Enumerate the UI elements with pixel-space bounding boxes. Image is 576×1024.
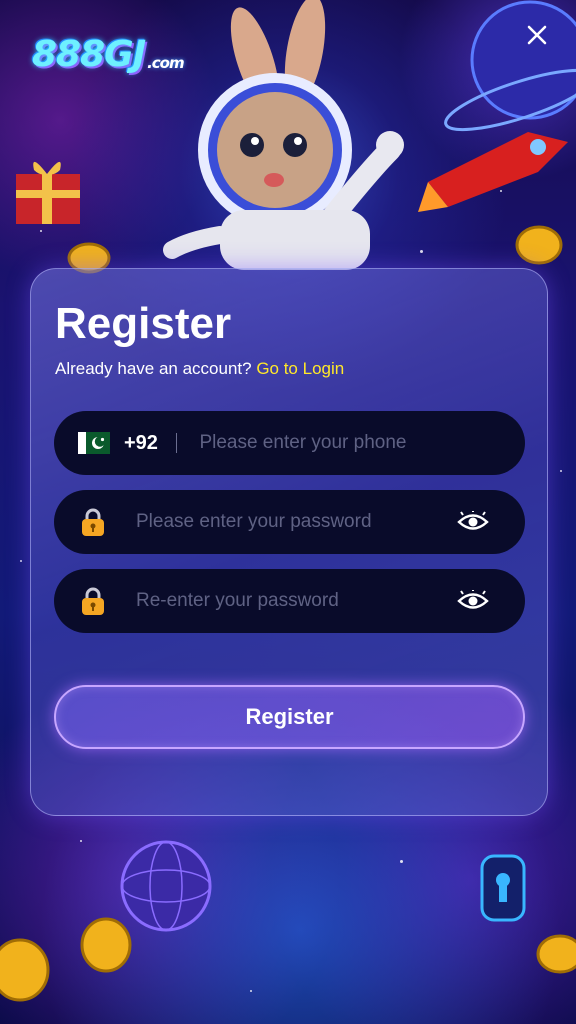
coin-illustration <box>515 225 563 265</box>
phone-field: +92 <box>54 411 525 475</box>
phone-input[interactable] <box>199 423 525 463</box>
eye-icon[interactable] <box>457 590 489 612</box>
register-button[interactable]: Register <box>54 685 525 749</box>
page-title: Register <box>55 299 232 348</box>
keyhole-illustration <box>480 854 526 922</box>
eye-icon[interactable] <box>457 511 489 533</box>
star <box>400 860 403 863</box>
logo-suffix: .com <box>147 54 185 72</box>
register-card: Register Already have an account? Go to … <box>30 268 548 816</box>
star <box>250 990 252 992</box>
rocket-illustration <box>418 132 568 212</box>
divider <box>175 433 178 453</box>
star <box>40 230 42 232</box>
globe-illustration <box>120 840 212 932</box>
coin-illustration <box>0 938 50 1002</box>
star <box>20 560 22 562</box>
lock-icon <box>82 508 104 536</box>
country-code[interactable]: +92 <box>124 432 158 455</box>
close-icon <box>527 25 547 45</box>
lock-icon <box>82 587 104 615</box>
close-button[interactable] <box>522 20 552 50</box>
confirm-password-field <box>54 569 525 633</box>
login-prompt: Already have an account? Go to Login <box>55 359 344 379</box>
pakistan-flag-icon <box>78 432 110 454</box>
go-to-login-link[interactable]: Go to Login <box>256 359 344 378</box>
password-input[interactable] <box>136 502 457 542</box>
astronaut-bunny-illustration <box>163 0 404 270</box>
logo-text: 888GJ <box>32 34 146 75</box>
password-field <box>54 490 525 554</box>
brand-logo: 888GJ .com <box>32 34 185 82</box>
star <box>420 250 423 253</box>
coin-illustration <box>536 934 576 974</box>
star <box>560 470 562 472</box>
login-prompt-text: Already have an account? <box>55 359 257 378</box>
star <box>80 840 82 842</box>
gift-box-illustration <box>16 161 80 224</box>
confirm-password-input[interactable] <box>136 581 457 621</box>
